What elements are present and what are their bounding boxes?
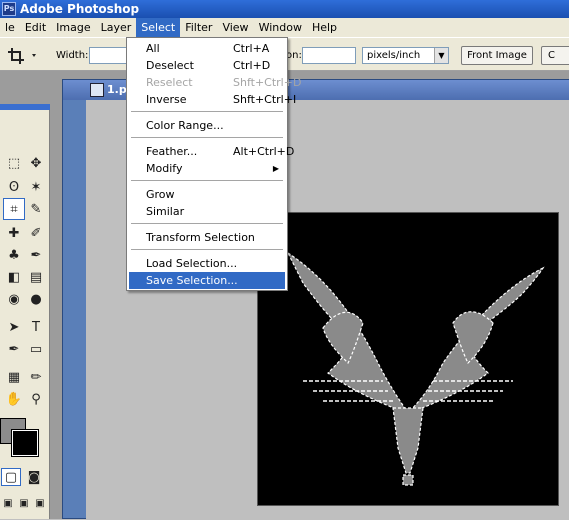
units-value: pixels/inch xyxy=(367,50,421,61)
move-tool-icon[interactable]: ✥ xyxy=(25,152,47,174)
submenu-arrow-icon: ▶ xyxy=(272,164,279,173)
resolution-label: on: xyxy=(286,50,302,61)
menu-item-shortcut: Ctrl+D xyxy=(233,59,271,72)
menu-item-label: All xyxy=(146,42,160,55)
menu-item-modify[interactable]: Modify ▶ xyxy=(129,160,285,177)
menu-item-deselect[interactable]: Deselect Ctrl+D xyxy=(129,57,285,74)
menu-item-shortcut: Alt+Ctrl+D xyxy=(233,145,295,158)
history-brush-tool-icon[interactable]: ✒ xyxy=(25,244,47,266)
dodge-tool-icon[interactable]: ● xyxy=(25,288,47,310)
units-select[interactable]: pixels/inch ▼ xyxy=(362,47,449,64)
zoom-tool-icon[interactable]: ⚲ xyxy=(25,388,47,410)
menu-item-label: Color Range... xyxy=(146,119,224,132)
menu-help[interactable]: Help xyxy=(307,18,342,37)
magic-wand-tool-icon[interactable]: ✶ xyxy=(25,176,47,198)
menu-item-feather[interactable]: Feather... Alt+Ctrl+D xyxy=(129,143,294,160)
app-title: Adobe Photoshop xyxy=(20,2,140,16)
menu-bar: le Edit Image Layer Select Filter View W… xyxy=(0,18,569,37)
shape-tool-icon[interactable]: ▭ xyxy=(25,338,47,360)
toolbox: ⬚ ✥ ʘ ✶ ⌗ ✎ ✚ ✐ ♣ ✒ ◧ ▤ ◉ ● ➤ T ✒ ▭ ▦ ✏ … xyxy=(0,104,50,519)
width-field[interactable] xyxy=(89,47,129,64)
menu-item-label: Save Selection... xyxy=(146,274,238,287)
menu-item-save-selection[interactable]: Save Selection... xyxy=(129,272,285,289)
pen-tool-icon[interactable]: ✒ xyxy=(3,338,25,360)
crop-icon xyxy=(8,48,36,64)
slice-tool-icon[interactable]: ✎ xyxy=(25,198,47,220)
lasso-tool-icon[interactable]: ʘ xyxy=(3,176,25,198)
eraser-tool-icon[interactable]: ◧ xyxy=(3,266,25,288)
menu-item-label: Grow xyxy=(146,188,175,201)
standard-mode-icon[interactable]: ▢ xyxy=(1,468,21,486)
menu-separator xyxy=(131,249,283,250)
menu-item-label: Load Selection... xyxy=(146,257,238,270)
menu-separator xyxy=(131,223,283,224)
app-title-bar: Ps Adobe Photoshop xyxy=(0,0,569,18)
quick-mask-mode-icon[interactable]: ◙ xyxy=(24,468,44,486)
menu-item-shortcut: Shft+Ctrl+D xyxy=(233,76,302,89)
menu-item-transform-selection[interactable]: Transform Selection xyxy=(129,229,285,246)
chevron-down-icon: ▼ xyxy=(434,48,448,63)
menu-edit[interactable]: Edit xyxy=(20,18,51,37)
notes-tool-icon[interactable]: ▦ xyxy=(3,366,25,388)
menu-item-shortcut: Shft+Ctrl+I xyxy=(233,93,297,106)
crop-tool-icon[interactable]: ⌗ xyxy=(3,198,25,220)
screen-mode-full-icon[interactable]: ▣ xyxy=(33,496,47,510)
eyedropper-tool-icon[interactable]: ✏ xyxy=(25,366,47,388)
canvas-image[interactable] xyxy=(257,212,559,506)
gradient-tool-icon[interactable]: ▤ xyxy=(25,266,47,288)
menu-item-shortcut: Ctrl+A xyxy=(233,42,270,55)
type-tool-icon[interactable]: T xyxy=(25,316,47,338)
brush-tool-icon[interactable]: ✐ xyxy=(25,222,47,244)
document-icon xyxy=(90,83,104,97)
front-image-button[interactable]: Front Image xyxy=(461,46,533,65)
healing-brush-tool-icon[interactable]: ✚ xyxy=(3,222,25,244)
menu-image[interactable]: Image xyxy=(51,18,95,37)
select-menu-dropdown: All Ctrl+A Deselect Ctrl+D Reselect Shft… xyxy=(126,37,301,291)
menu-item-label: Transform Selection xyxy=(146,231,255,244)
path-selection-tool-icon[interactable]: ➤ xyxy=(3,316,25,338)
menu-item-load-selection[interactable]: Load Selection... xyxy=(129,255,285,272)
menu-separator xyxy=(131,111,283,112)
screen-mode-menu-icon[interactable]: ▣ xyxy=(17,496,31,510)
winged-logo-selection xyxy=(286,251,545,486)
blur-tool-icon[interactable]: ◉ xyxy=(3,288,25,310)
menu-file[interactable]: le xyxy=(0,18,20,37)
menu-view[interactable]: View xyxy=(217,18,253,37)
menu-item-label: Inverse xyxy=(146,93,187,106)
menu-select[interactable]: Select xyxy=(136,18,181,37)
menu-separator xyxy=(131,137,283,138)
menu-item-color-range[interactable]: Color Range... xyxy=(129,117,285,134)
menu-item-label: Modify xyxy=(146,162,183,175)
menu-item-label: Reselect xyxy=(146,76,193,89)
marquee-tool-icon[interactable]: ⬚ xyxy=(3,152,25,174)
menu-item-similar[interactable]: Similar xyxy=(129,203,285,220)
menu-item-reselect: Reselect Shft+Ctrl+D xyxy=(129,74,301,91)
clear-button[interactable]: C xyxy=(541,46,569,65)
menu-item-label: Deselect xyxy=(146,59,194,72)
hand-tool-icon[interactable]: ✋ xyxy=(3,388,25,410)
photoshop-icon: Ps xyxy=(2,2,16,16)
menu-item-grow[interactable]: Grow xyxy=(129,186,285,203)
toolbox-header[interactable] xyxy=(0,104,50,110)
clone-stamp-tool-icon[interactable]: ♣ xyxy=(3,244,25,266)
menu-item-label: Feather... xyxy=(146,145,198,158)
menu-separator xyxy=(131,180,283,181)
width-label: Width: xyxy=(56,50,89,61)
menu-window[interactable]: Window xyxy=(254,18,307,37)
menu-item-label: Similar xyxy=(146,205,185,218)
menu-item-all[interactable]: All Ctrl+A xyxy=(129,40,285,57)
menu-item-inverse[interactable]: Inverse Shft+Ctrl+I xyxy=(129,91,296,108)
crop-tool-preset-picker[interactable] xyxy=(6,46,40,66)
menu-layer[interactable]: Layer xyxy=(96,18,137,37)
background-color-swatch[interactable] xyxy=(11,429,39,457)
screen-mode-standard-icon[interactable]: ▣ xyxy=(1,496,15,510)
resolution-field[interactable] xyxy=(302,47,356,64)
menu-filter[interactable]: Filter xyxy=(180,18,217,37)
